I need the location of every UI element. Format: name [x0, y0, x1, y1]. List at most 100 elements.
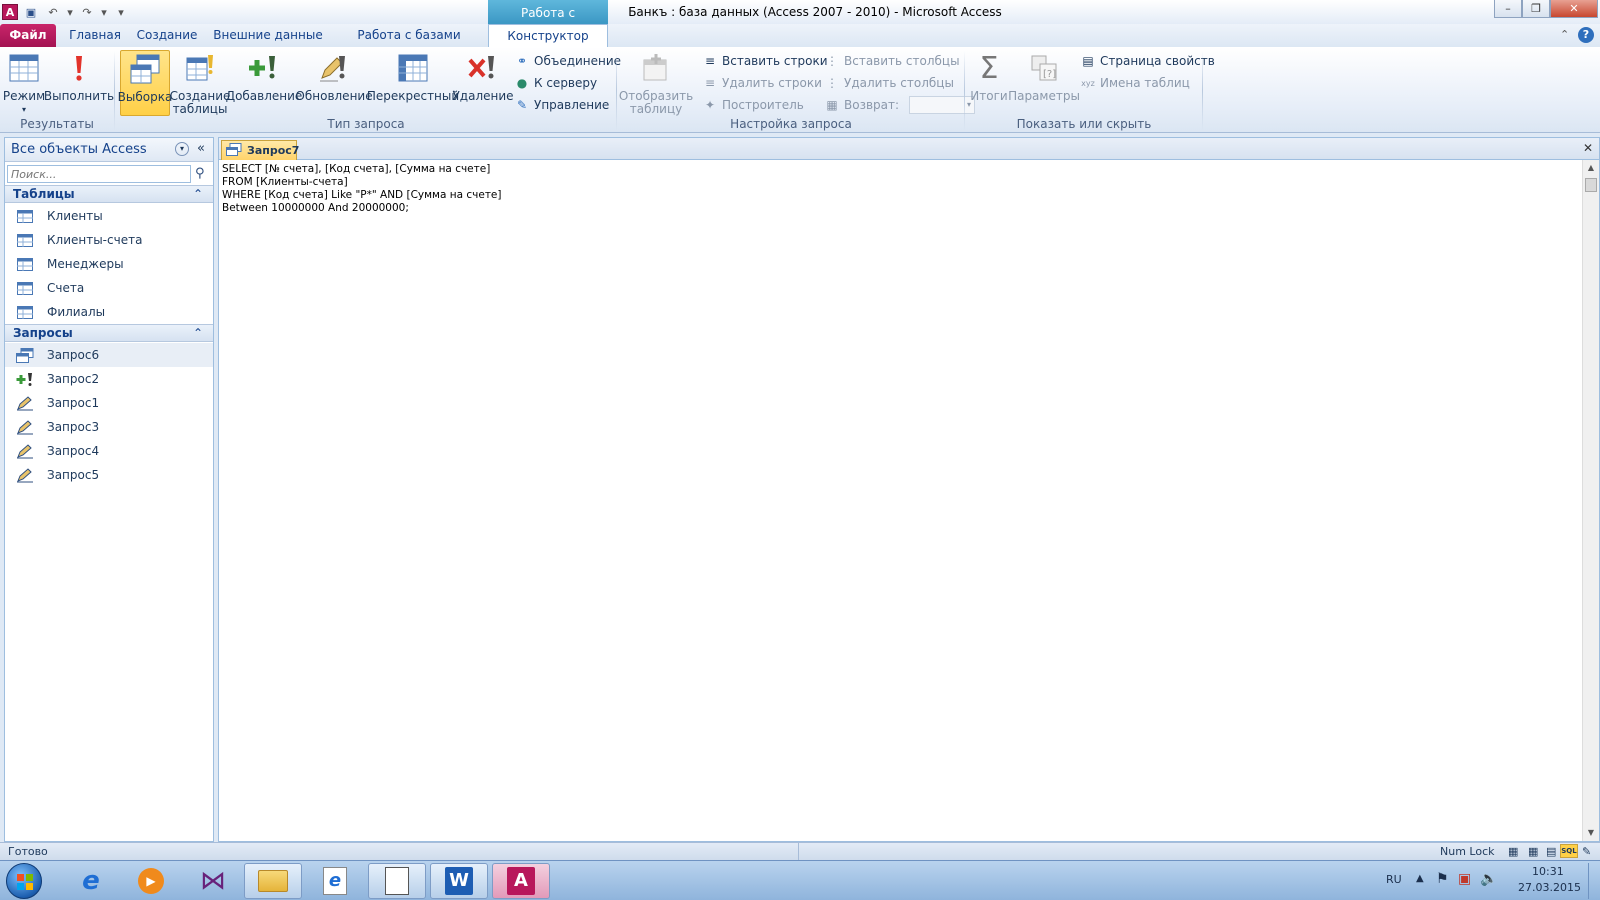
taskbar-ie-document[interactable]: e [306, 863, 364, 899]
design-view-icon[interactable]: ✎ [1582, 845, 1591, 858]
crosstab-query-button[interactable]: Перекрестный [367, 52, 459, 103]
action-center-flag-icon[interactable]: ⚑ [1436, 871, 1449, 887]
save-icon[interactable]: ▣ [22, 3, 40, 21]
clock-date[interactable]: 27.03.2015 [1518, 881, 1581, 894]
taskbar-access[interactable]: A [492, 863, 550, 899]
select-query-icon [15, 347, 35, 363]
union-query-button[interactable]: ⚭ Объединение [514, 51, 621, 71]
update-query-button[interactable]: Обновление [295, 52, 373, 103]
nav-item-table[interactable]: Счета [5, 276, 213, 300]
nav-title[interactable]: Все объекты Access [11, 142, 147, 157]
insert-rows-button[interactable]: ≡ Вставить строки [702, 51, 828, 71]
run-button[interactable]: Выполнить [44, 52, 114, 103]
language-indicator[interactable]: RU [1386, 873, 1402, 886]
pivotchart-view-icon[interactable]: ▤ [1546, 845, 1556, 858]
network-icon[interactable]: ▣ [1458, 871, 1471, 887]
volume-icon[interactable]: 🔈 [1480, 871, 1497, 887]
access-icon: A [507, 867, 535, 895]
show-hidden-icons-icon[interactable]: ▲ [1416, 873, 1424, 884]
tab-external-data[interactable]: Внешние данные [208, 24, 328, 47]
crosstab-icon [397, 52, 429, 84]
taskbar-explorer[interactable] [244, 863, 302, 899]
delete-query-button[interactable]: Удаление [452, 52, 514, 103]
help-icon[interactable]: ? [1578, 27, 1594, 43]
make-table-label-2: таблицы [172, 102, 228, 116]
taskbar-media-player[interactable]: ▶ [122, 863, 180, 899]
scroll-thumb[interactable] [1585, 178, 1597, 192]
delete-columns-label: Удалить столбцы [844, 76, 954, 90]
delete-rows-button[interactable]: ≡ Удалить строки [702, 73, 822, 93]
nav-item-table[interactable]: Менеджеры [5, 252, 213, 276]
taskbar-visual-studio[interactable]: ⋈ [184, 863, 242, 899]
nav-item-query[interactable]: Запрос4 [5, 439, 213, 463]
append-query-icon [248, 52, 280, 84]
select-query-button[interactable]: Выборка [118, 50, 172, 116]
return-dropdown[interactable]: ▾ [909, 96, 976, 114]
minimize-ribbon-icon[interactable]: ⌃ [1560, 28, 1569, 41]
parameters-button[interactable]: [?] Параметры [1008, 52, 1080, 103]
nav-section-tables[interactable]: Таблицы ⌃ [5, 185, 213, 203]
taskbar-ie[interactable]: e [62, 863, 120, 899]
status-text: Готово [8, 845, 48, 858]
search-icon[interactable]: ⚲ [195, 166, 205, 181]
scroll-down-arrow-icon[interactable]: ▼ [1583, 825, 1599, 841]
mode-button[interactable]: Режим ▾ [3, 52, 45, 116]
num-lock-indicator: Num Lock [1440, 845, 1495, 858]
taskbar-app[interactable] [368, 863, 426, 899]
nav-item-table[interactable]: Клиенты-счета [5, 228, 213, 252]
tab-create[interactable]: Создание [134, 24, 200, 47]
nav-item-query[interactable]: Запрос3 [5, 415, 213, 439]
nav-item-table[interactable]: Филиалы [5, 300, 213, 324]
tab-database-tools[interactable]: Работа с базами данных [334, 24, 484, 65]
nav-search-input[interactable] [7, 165, 191, 183]
start-button[interactable] [6, 863, 42, 899]
nav-menu-dropdown-icon[interactable]: ▾ [175, 142, 189, 156]
tab-design[interactable]: Конструктор [488, 24, 608, 48]
vertical-scrollbar[interactable]: ▲ ▼ [1582, 160, 1599, 841]
undo-dropdown-icon[interactable]: ▾ [66, 3, 74, 21]
close-button[interactable]: ✕ [1550, 0, 1598, 18]
pass-through-button[interactable]: ● К серверу [514, 73, 597, 93]
nav-item-query[interactable]: Запрос5 [5, 463, 213, 487]
table-names-button[interactable]: xyz Имена таблиц [1080, 73, 1190, 93]
delete-columns-button[interactable]: ⋮ Удалить столбцы [824, 73, 954, 93]
scroll-up-arrow-icon[interactable]: ▲ [1583, 160, 1599, 176]
nav-item-query[interactable]: Запрос1 [5, 391, 213, 415]
sql-view-button[interactable]: SQL [1560, 844, 1578, 858]
sql-editor[interactable]: SELECT [№ счета], [Код счета], [Сумма на… [222, 163, 502, 215]
minimize-button[interactable]: – [1494, 0, 1522, 18]
nav-item-label: Запрос4 [47, 444, 100, 458]
restore-button[interactable]: ❐ [1522, 0, 1550, 18]
show-desktop-button[interactable] [1588, 863, 1598, 899]
collapse-chevron-icon[interactable]: ⌃ [193, 325, 203, 341]
access-app-icon[interactable]: A [2, 4, 18, 20]
clock-time[interactable]: 10:31 [1532, 865, 1564, 878]
tab-file[interactable]: Файл [0, 24, 56, 47]
document-tab-query7[interactable]: Запрос7 [221, 140, 299, 160]
totals-label: Итоги [970, 89, 1008, 103]
append-query-button[interactable]: Добавление [226, 52, 302, 103]
collapse-chevron-icon[interactable]: ⌃ [193, 186, 203, 202]
tab-home[interactable]: Главная [62, 24, 128, 47]
make-table-button[interactable]: Создание таблицы [170, 52, 230, 116]
status-divider [798, 843, 799, 860]
pivottable-view-icon[interactable]: ▦ [1528, 845, 1538, 858]
property-sheet-button[interactable]: ▤ Страница свойств [1080, 51, 1214, 71]
builder-button[interactable]: ✦ Построитель [702, 95, 804, 115]
customize-qat-icon[interactable]: ▾ [112, 3, 130, 21]
nav-item-table[interactable]: Клиенты [5, 204, 213, 228]
redo-dropdown-icon[interactable]: ▾ [100, 3, 108, 21]
redo-icon[interactable]: ↷ [78, 3, 96, 21]
close-document-icon[interactable]: ✕ [1583, 141, 1593, 155]
data-definition-button[interactable]: ✎ Управление [514, 95, 609, 115]
insert-columns-button[interactable]: ⋮ Вставить столбцы [824, 51, 960, 71]
nav-item-query[interactable]: Запрос6 [5, 343, 213, 367]
show-table-button[interactable]: Отобразить таблицу [619, 52, 693, 116]
taskbar-word[interactable]: W [430, 863, 488, 899]
nav-item-query[interactable]: Запрос2 [5, 367, 213, 391]
shutter-bar-close-icon[interactable]: « [197, 141, 205, 156]
datasheet-view-icon[interactable]: ▦ [1508, 845, 1518, 858]
undo-icon[interactable]: ↶ [44, 3, 62, 21]
nav-section-queries[interactable]: Запросы ⌃ [5, 324, 213, 342]
totals-button[interactable]: Σ Итоги [970, 52, 1008, 103]
